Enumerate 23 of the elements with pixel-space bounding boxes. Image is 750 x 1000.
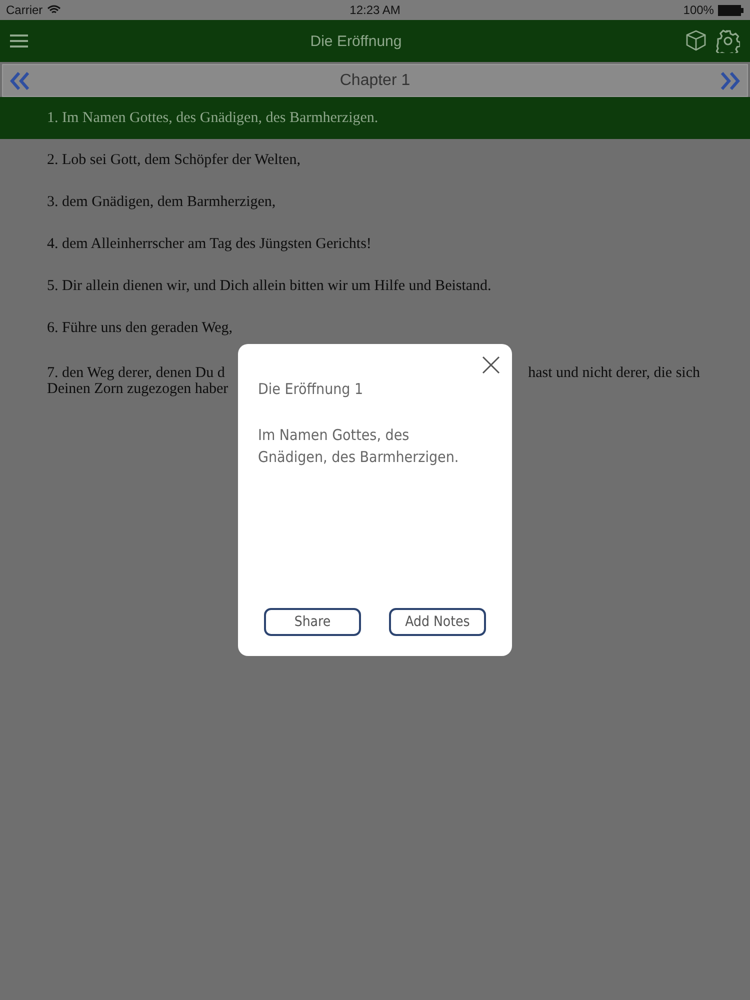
dialog-text: Im Namen Gottes, des Gnädigen, des Barmherzigen. — [258, 425, 460, 468]
dialog-title: Die Eröffnung 1 — [258, 380, 364, 398]
dialog-button[interactable]: Share — [264, 608, 361, 636]
verse-text: Deinen Zorn zugezogen haber — [47, 381, 228, 397]
battery-label: 100% — [683, 3, 714, 17]
verse-row[interactable]: 5. Dir allein dienen wir, und Dich allein bitten wir um Hilfe und Beistand. — [0, 265, 750, 307]
dialog-button[interactable]: Add Notes — [389, 608, 486, 636]
chapter-title: Chapter 1 — [340, 72, 410, 90]
battery-icon — [718, 4, 744, 16]
verse-row[interactable]: 6. Führe uns den geraden Weg, — [0, 307, 750, 349]
settings-icon[interactable] — [716, 29, 740, 53]
status-time: 12:23 AM — [350, 3, 400, 17]
verse-row[interactable]: 1. Im Namen Gottes, des Gnädigen, des Barmherzigen. — [0, 97, 750, 139]
menu-icon[interactable] — [10, 34, 28, 48]
verse-row[interactable]: 4. dem Alleinherrscher am Tag des Jüngsten Gerichts! — [0, 223, 750, 265]
verse-text: hast und nicht derer, die sich — [528, 365, 700, 381]
carrier-label: Carrier — [6, 3, 43, 17]
verse-row[interactable]: 2. Lob sei Gott, dem Schöpfer der Welten, — [0, 139, 750, 181]
close-icon[interactable] — [482, 356, 500, 374]
verse-row[interactable]: 3. dem Gnädigen, dem Barmherzigen, — [0, 181, 750, 223]
nav-title: Die Eröffnung — [310, 32, 402, 50]
wifi-icon — [46, 5, 61, 15]
verse-text: 7. den Weg derer, denen Du d — [47, 365, 225, 381]
